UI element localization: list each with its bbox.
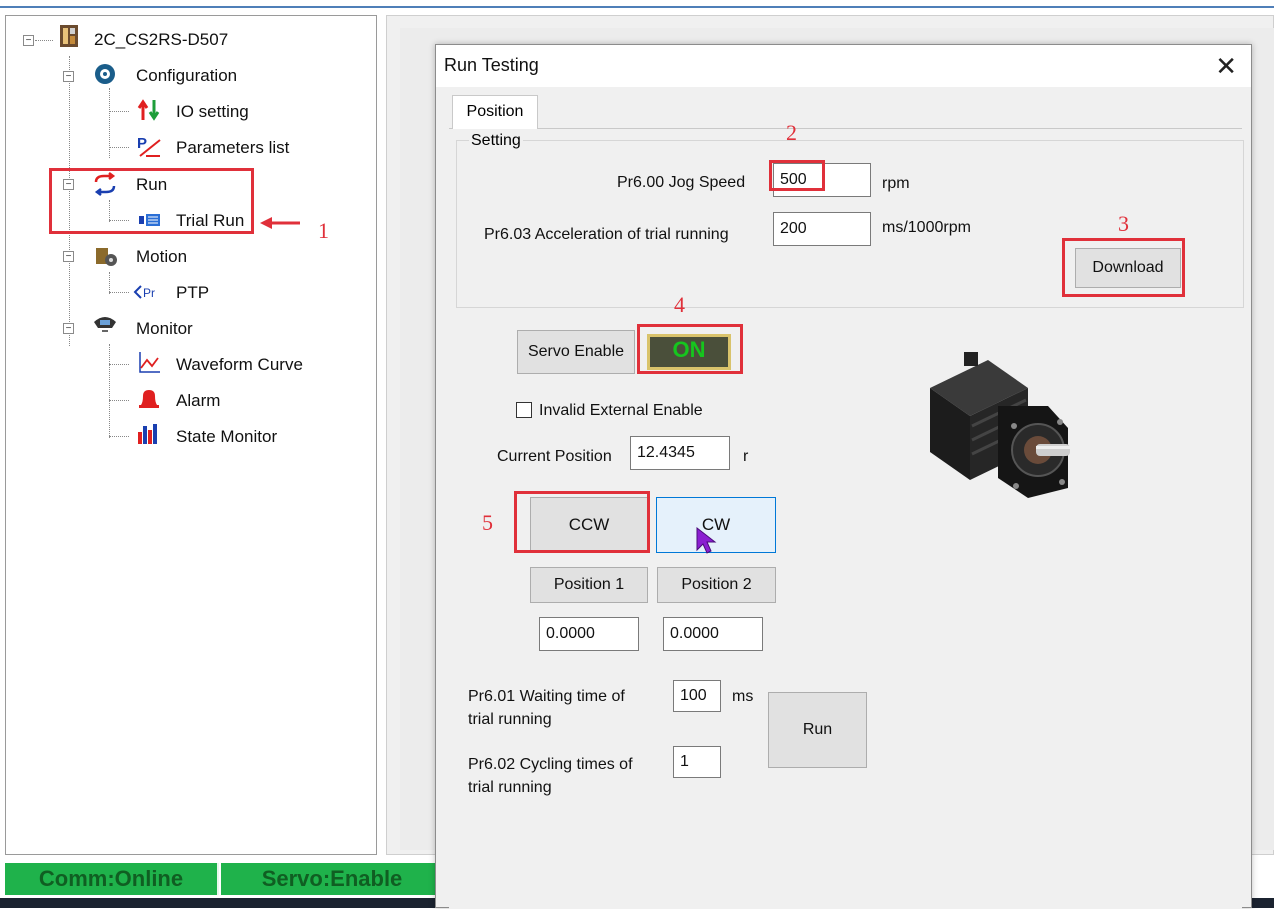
tree-connector: [109, 292, 129, 293]
alarm-bell-icon: [139, 390, 159, 408]
annotation-step-3: 3: [1118, 211, 1129, 236]
position-2-input[interactable]: [663, 617, 763, 651]
highlight-ccw: [514, 491, 650, 553]
current-position-label: Current Position: [497, 448, 612, 465]
acceleration-input[interactable]: [773, 212, 871, 246]
waiting-time-input[interactable]: [673, 680, 721, 712]
annotation-step-2: 2: [786, 120, 797, 145]
cycling-times-label-line2: trial running: [468, 779, 552, 796]
comm-status: Comm:Online: [5, 863, 219, 895]
tree-connector: [109, 111, 129, 112]
window-top-border: [0, 0, 1274, 8]
tree-collapse-toggle[interactable]: −: [63, 71, 74, 82]
motion-icon: [96, 248, 117, 266]
bar-chart-icon: [138, 424, 157, 444]
invalid-external-enable-checkbox[interactable]: [516, 402, 532, 418]
annotation-step-4: 4: [674, 292, 685, 317]
highlight-download: [1062, 238, 1185, 297]
tab-position[interactable]: Position: [452, 95, 538, 129]
dialog-title: Run Testing: [444, 55, 539, 75]
setting-group-legend: Setting: [469, 132, 523, 150]
monitor-icon: [94, 317, 116, 332]
position-2-button[interactable]: Position 2: [657, 567, 776, 603]
tree-item-io-setting[interactable]: IO setting: [176, 102, 249, 122]
parameters-icon: P: [137, 135, 161, 157]
highlight-run-tree-items: [49, 168, 254, 234]
tree-connector: [109, 436, 129, 437]
annotation-arrow: [260, 217, 300, 229]
run-button[interactable]: Run: [768, 692, 867, 768]
mouse-cursor-icon: [696, 526, 717, 554]
waiting-time-label-line2: trial running: [468, 711, 552, 728]
jog-speed-label: Pr6.00 Jog Speed: [617, 174, 746, 191]
tree-item-waveform-curve[interactable]: Waveform Curve: [176, 355, 303, 375]
io-arrows-icon: [137, 99, 160, 121]
tree-collapse-toggle[interactable]: −: [63, 251, 74, 262]
tree-connector: [109, 400, 129, 401]
gear-icon: [95, 64, 115, 84]
waveform-icon: [139, 352, 160, 373]
highlight-jog-speed: [769, 160, 825, 191]
device-tree-panel: − 2C_CS2RS-D507 − Configuration IO setti…: [5, 15, 377, 855]
tree-item-ptp[interactable]: PTP: [176, 283, 209, 303]
tree-item-motion[interactable]: Motion: [136, 247, 187, 267]
cycling-times-label-line1: Pr6.02 Cycling times of: [468, 756, 633, 773]
position-1-button[interactable]: Position 1: [530, 567, 648, 603]
invalid-external-enable-label: Invalid External Enable: [539, 402, 703, 419]
tree-connector: [109, 147, 129, 148]
tree-item-parameters-list[interactable]: Parameters list: [176, 138, 289, 158]
tree-item-alarm[interactable]: Alarm: [176, 391, 220, 411]
servo-enable-button[interactable]: Servo Enable: [517, 330, 635, 374]
svg-text:P: P: [137, 135, 147, 152]
acceleration-label: Pr6.03 Acceleration of trial running: [484, 226, 729, 243]
annotation-step-5: 5: [482, 510, 493, 535]
tree-item-configuration[interactable]: Configuration: [136, 66, 237, 86]
ptp-icon: Pr: [133, 285, 155, 300]
cycling-times-input[interactable]: [673, 746, 721, 778]
tree-connector: [109, 272, 110, 294]
current-position-unit: r: [743, 448, 749, 465]
svg-text:Pr: Pr: [143, 286, 155, 300]
highlight-servo-on: [637, 324, 743, 374]
waiting-time-unit: ms: [732, 688, 754, 705]
tree-item-state-monitor[interactable]: State Monitor: [176, 427, 277, 447]
servo-status: Servo:Enable: [221, 863, 445, 895]
tree-item-monitor[interactable]: Monitor: [136, 319, 193, 339]
tree-collapse-toggle[interactable]: −: [23, 35, 34, 46]
close-icon[interactable]: ✕: [1215, 51, 1237, 82]
tree-root-label[interactable]: 2C_CS2RS-D507: [94, 30, 228, 50]
dialog-titlebar[interactable]: Run Testing ✕: [436, 45, 1251, 87]
tree-connector: [35, 40, 53, 41]
tree-collapse-toggle[interactable]: −: [63, 323, 74, 334]
jog-speed-unit: rpm: [882, 175, 910, 192]
acceleration-unit: ms/1000rpm: [882, 219, 971, 236]
servo-motor-image: [930, 352, 1070, 498]
waiting-time-label-line1: Pr6.01 Waiting time of: [468, 688, 625, 705]
servo-drive-icon: [60, 25, 78, 47]
position-1-input[interactable]: [539, 617, 639, 651]
status-bar: Comm:Online Servo:Enable: [5, 863, 445, 895]
tree-connector: [109, 344, 110, 438]
annotation-step-1: 1: [318, 218, 329, 243]
tree-connector: [109, 364, 129, 365]
current-position-field: [630, 436, 730, 470]
